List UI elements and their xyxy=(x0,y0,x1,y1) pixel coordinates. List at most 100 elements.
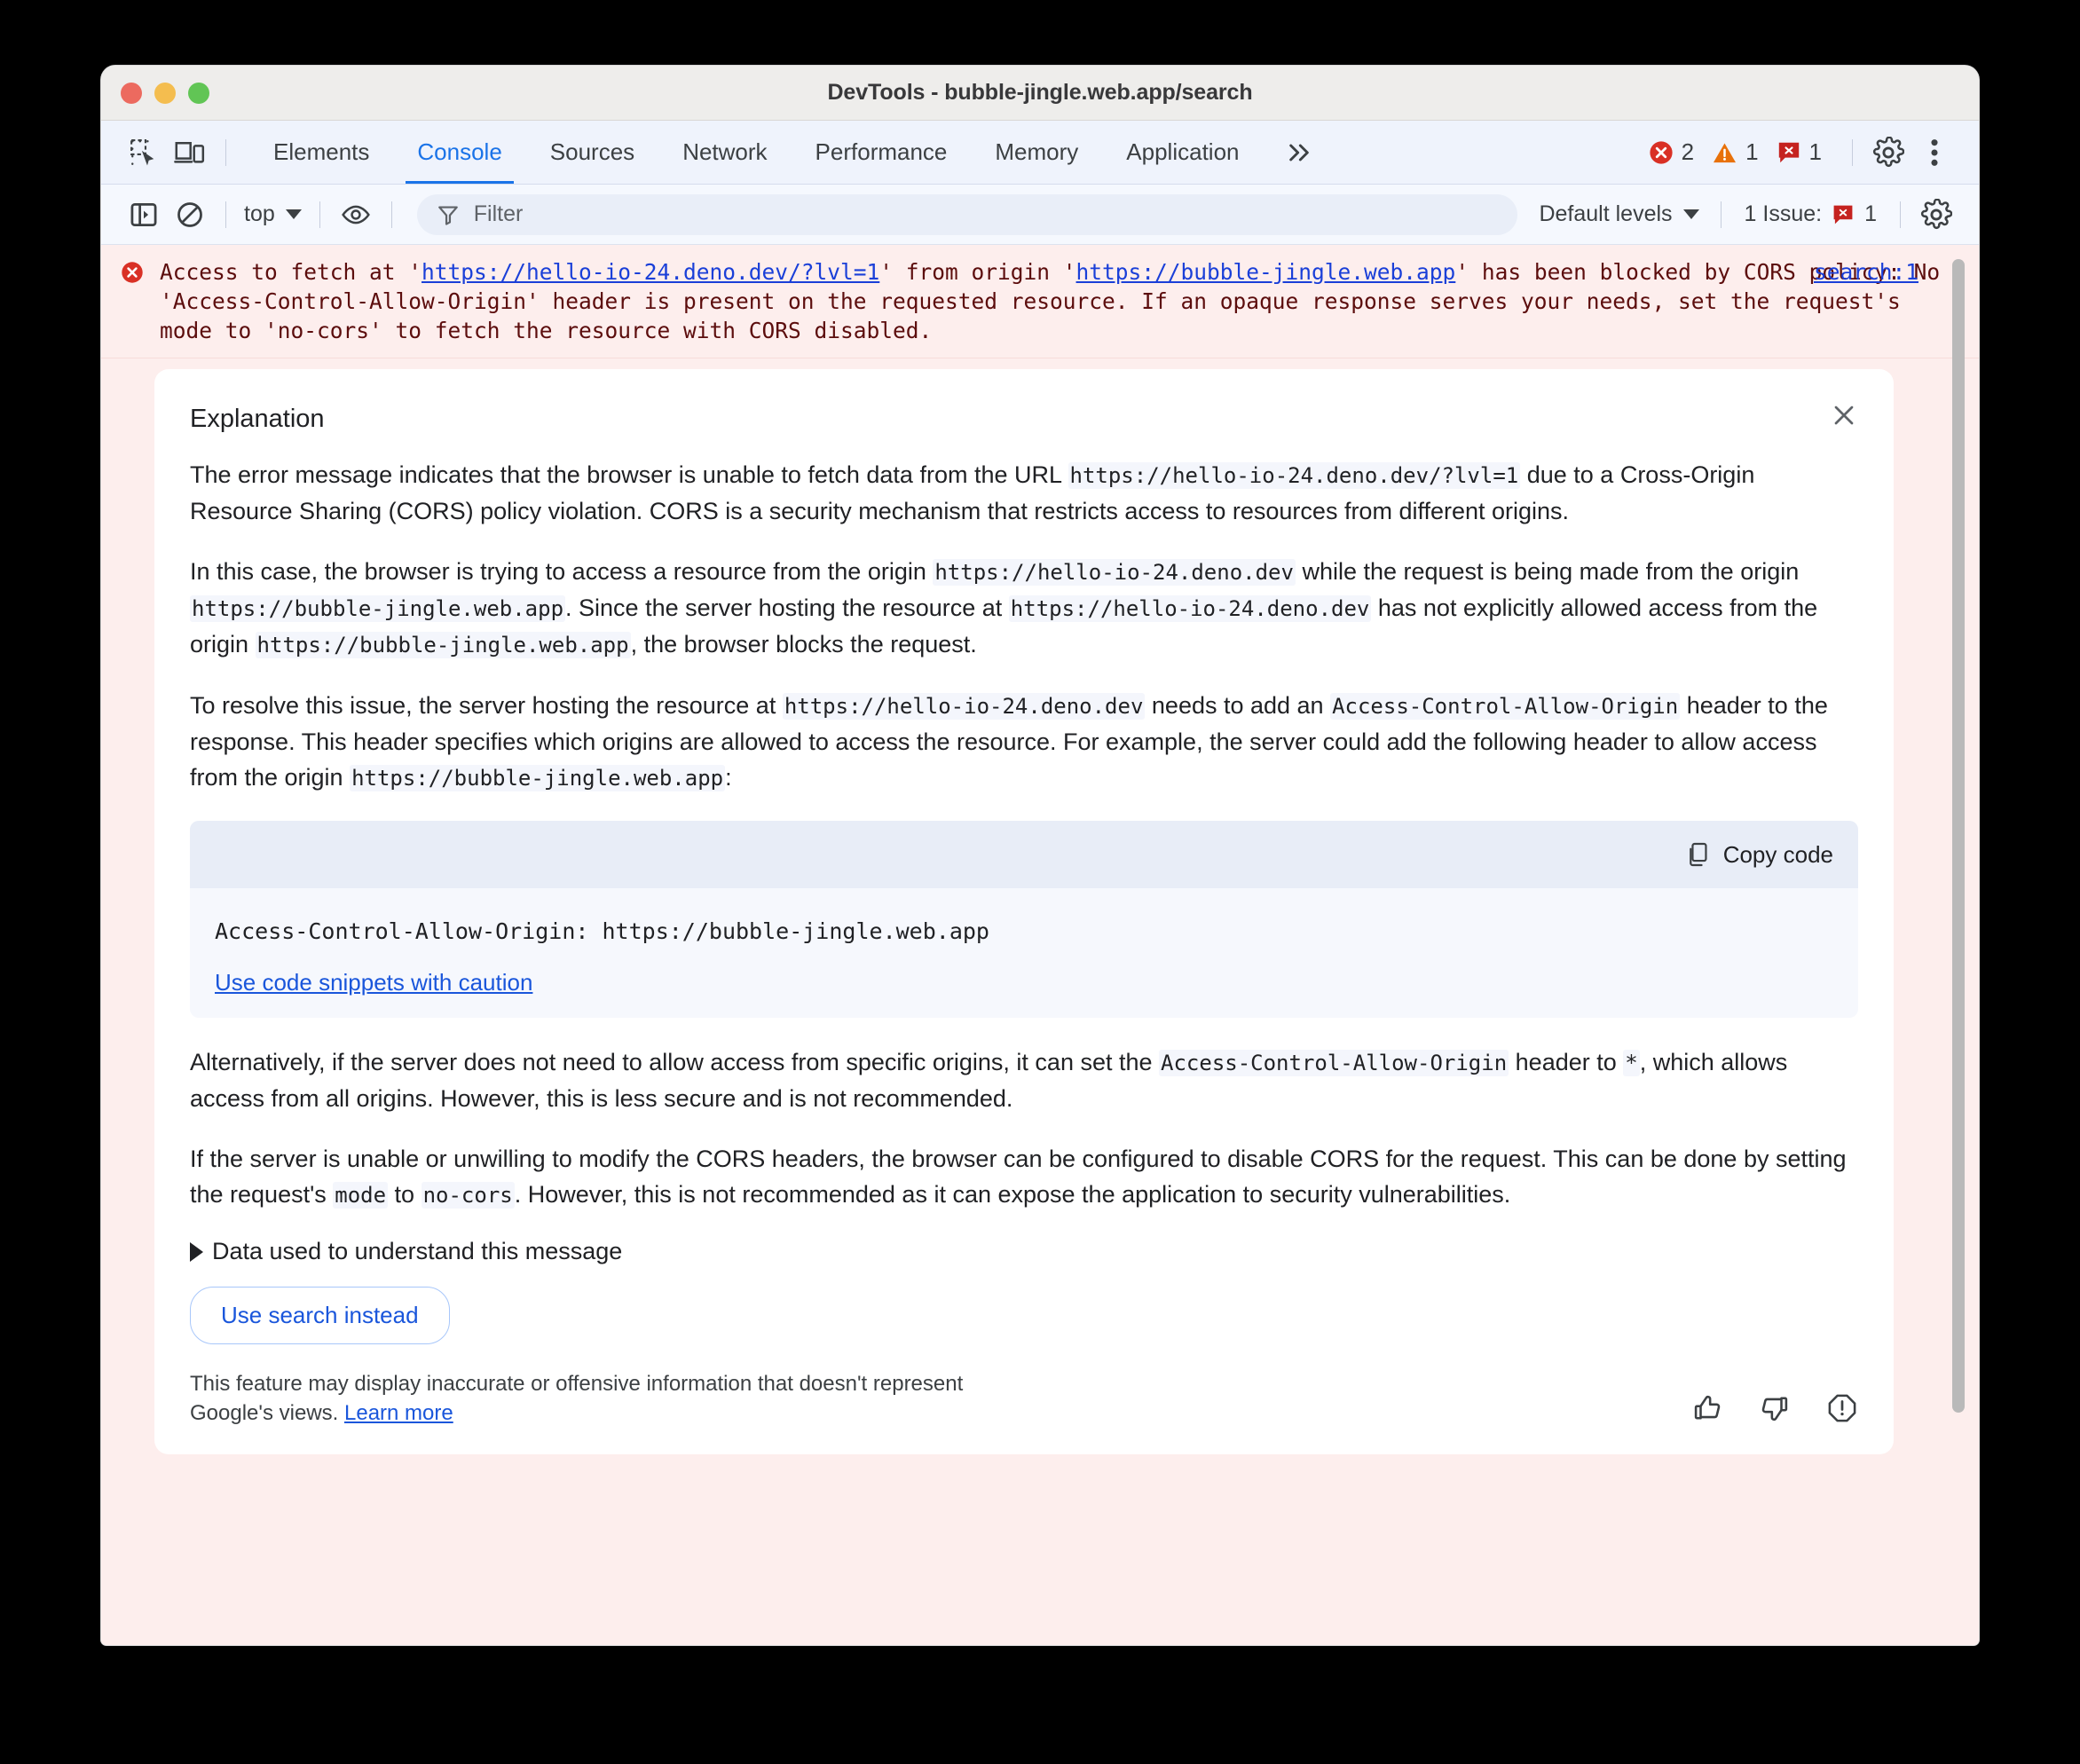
live-expression-icon[interactable] xyxy=(333,192,379,238)
error-url-2[interactable]: https://bubble-jingle.web.app xyxy=(1076,259,1456,285)
search-input[interactable]: Filter xyxy=(416,193,1518,235)
tab-performance[interactable]: Performance xyxy=(792,122,972,184)
feedback-controls xyxy=(1691,1392,1858,1428)
explanation-card: Explanation The error message indicates … xyxy=(154,369,1894,1454)
toolbar-divider xyxy=(1900,201,1901,228)
tab-sources[interactable]: Sources xyxy=(526,122,658,184)
code-snippet-toolbar: Copy code xyxy=(190,821,1858,888)
tab-memory[interactable]: Memory xyxy=(971,122,1102,184)
text-fragment: In this case, the browser is trying to a… xyxy=(190,558,934,585)
inline-code: mode xyxy=(333,1182,389,1209)
devtools-window: DevTools - bubble-jingle.web.app/search … xyxy=(101,66,1979,1645)
inline-code: https://bubble-jingle.web.app xyxy=(350,765,726,791)
error-counter[interactable]: 2 xyxy=(1649,138,1694,166)
console-error-message[interactable]: Access to fetch at 'https://hello-io-24.… xyxy=(101,245,1979,358)
tab-console[interactable]: Console xyxy=(393,122,525,184)
console-sidebar-icon[interactable] xyxy=(121,192,167,238)
error-source-link[interactable]: search:1 xyxy=(1814,257,1918,287)
console-scrollbar-thumb[interactable] xyxy=(1952,259,1965,1413)
explanation-paragraph-1: The error message indicates that the bro… xyxy=(190,457,1858,529)
explanation-paragraph-3: To resolve this issue, the server hostin… xyxy=(190,688,1858,796)
explanation-footer: This feature may display inaccurate or o… xyxy=(190,1369,1858,1428)
copy-icon xyxy=(1689,842,1707,867)
explanation-paragraph-2: In this case, the browser is trying to a… xyxy=(190,554,1858,663)
report-icon[interactable] xyxy=(1826,1392,1858,1424)
thumb-down-icon[interactable] xyxy=(1759,1392,1791,1424)
issues-count: 1 xyxy=(1864,201,1877,226)
execution-context-selector[interactable]: top xyxy=(239,201,307,227)
error-count: 2 xyxy=(1681,138,1695,165)
filter-placeholder: Filter xyxy=(473,201,524,226)
disclaimer-text: This feature may display inaccurate or o… xyxy=(190,1372,964,1425)
error-icon xyxy=(1649,140,1673,164)
close-icon[interactable] xyxy=(1824,396,1863,435)
console-scrollbar-track[interactable] xyxy=(1952,252,1972,1638)
toolbar-divider xyxy=(225,138,226,166)
code-caution-link[interactable]: Use code snippets with caution xyxy=(215,969,532,996)
issue-count: 1 xyxy=(1808,138,1822,165)
tab-label: Elements xyxy=(273,138,370,165)
toolbar-divider xyxy=(1852,138,1853,166)
text-fragment: Alternatively, if the server does not ne… xyxy=(190,1049,1160,1075)
data-used-disclosure[interactable]: Data used to understand this message xyxy=(190,1238,1858,1265)
tab-network[interactable]: Network xyxy=(658,122,791,184)
log-levels-selector[interactable]: Default levels xyxy=(1530,201,1707,227)
learn-more-link[interactable]: Learn more xyxy=(344,1401,453,1425)
warning-icon xyxy=(1714,142,1737,162)
issue-counter[interactable]: 1 xyxy=(1777,138,1822,166)
inline-code: no-cors xyxy=(421,1182,515,1209)
inline-code: * xyxy=(1623,1050,1640,1076)
text-fragment: The error message indicates that the bro… xyxy=(190,461,1068,488)
code-snippet-body: Access-Control-Allow-Origin: https://bub… xyxy=(190,888,1858,1018)
tab-application[interactable]: Application xyxy=(1102,122,1263,184)
window-traffic-lights xyxy=(121,82,209,104)
tab-elements[interactable]: Elements xyxy=(249,122,393,184)
text-fragment: . However, this is not recommended as it… xyxy=(514,1181,1511,1208)
zoom-window-button[interactable] xyxy=(188,82,209,104)
error-url-1[interactable]: https://hello-io-24.deno.dev/?lvl=1 xyxy=(422,259,879,285)
tab-label: Performance xyxy=(815,138,948,165)
error-part2: ' from origin ' xyxy=(879,259,1076,285)
filter-icon xyxy=(437,205,458,225)
device-toolbar-icon[interactable] xyxy=(167,130,213,176)
issues-label: 1 Issue: xyxy=(1744,201,1823,226)
inline-code: https://hello-io-24.deno.dev xyxy=(1008,595,1372,622)
chevron-right-icon xyxy=(190,1241,203,1262)
tab-label: Application xyxy=(1126,138,1240,165)
console-toolbar: top Filter Default levels 1 Issue: 1 xyxy=(101,185,1979,245)
text-fragment: to xyxy=(388,1181,422,1208)
execution-context-label: top xyxy=(244,201,275,226)
warning-counter[interactable]: 1 xyxy=(1712,138,1759,166)
text-fragment: while the request is being made from the… xyxy=(1295,558,1800,585)
copy-code-button[interactable]: Copy code xyxy=(1686,841,1833,869)
toolbar-divider xyxy=(319,201,320,228)
code-snippet-block: Copy code Access-Control-Allow-Origin: h… xyxy=(190,821,1858,1018)
toolbar-divider xyxy=(390,201,392,228)
clear-console-icon[interactable] xyxy=(167,192,213,238)
gear-icon[interactable] xyxy=(1913,192,1959,238)
more-tabs-button[interactable] xyxy=(1264,122,1331,184)
issues-button[interactable]: 1 Issue: 1 xyxy=(1734,201,1887,227)
issue-icon xyxy=(1778,142,1799,162)
inspect-element-icon[interactable] xyxy=(121,130,167,176)
issue-icon xyxy=(1833,205,1853,224)
log-levels-label: Default levels xyxy=(1539,201,1673,226)
explanation-paragraph-5: If the server is unable or unwilling to … xyxy=(190,1141,1858,1213)
minimize-window-button[interactable] xyxy=(154,82,176,104)
close-window-button[interactable] xyxy=(121,82,142,104)
use-search-instead-button[interactable]: Use search instead xyxy=(190,1287,450,1344)
text-fragment: , the browser blocks the request. xyxy=(630,631,977,658)
thumb-up-icon[interactable] xyxy=(1691,1392,1723,1424)
gear-icon[interactable] xyxy=(1865,130,1911,176)
page-title: Explanation xyxy=(190,405,325,433)
tabbar-status-area: 2 1 1 xyxy=(1649,130,1958,176)
panel-tab-list: Elements Console Sources Network Perform… xyxy=(249,122,1331,184)
inline-code: https://hello-io-24.deno.dev xyxy=(782,693,1146,720)
inline-code: Access-Control-Allow-Origin xyxy=(1330,693,1681,720)
kebab-menu-icon[interactable] xyxy=(1911,130,1958,176)
devtools-tabbar: Elements Console Sources Network Perform… xyxy=(101,121,1979,185)
disclosure-label: Data used to understand this message xyxy=(212,1238,623,1264)
inline-code: Access-Control-Allow-Origin xyxy=(1159,1050,1509,1076)
inline-code: https://hello-io-24.deno.dev/?lvl=1 xyxy=(1068,462,1521,489)
window-titlebar: DevTools - bubble-jingle.web.app/search xyxy=(101,66,1979,121)
